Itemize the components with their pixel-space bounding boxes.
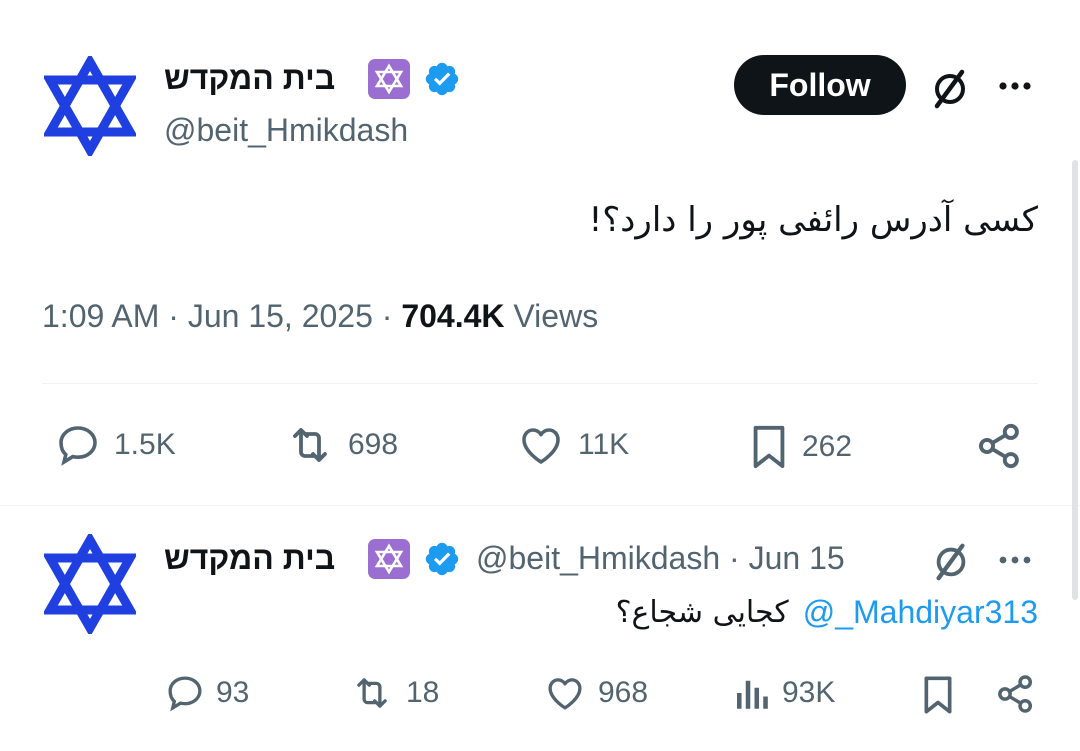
retweet-button[interactable]: 698 — [282, 421, 398, 469]
reply-reply-icon — [168, 676, 202, 712]
reply-views-button[interactable]: 93K — [730, 672, 835, 714]
display-name[interactable]: בית המקדש — [164, 60, 335, 97]
verified-badge-icon[interactable] — [423, 60, 461, 98]
like-button[interactable]: 11K — [514, 421, 629, 469]
retweet-icon — [293, 428, 327, 462]
reply-like-count: 968 — [598, 676, 649, 709]
reply-reply-count: 93 — [216, 676, 250, 709]
more-options-icon[interactable] — [996, 74, 1036, 98]
reply-star-of-david-badge-icon — [368, 539, 410, 579]
reply-date[interactable]: Jun 15 — [749, 540, 845, 576]
reply-retweet-button[interactable]: 18 — [348, 672, 439, 714]
meta-separator: · — [168, 298, 179, 334]
reply-separator: · — [729, 540, 740, 576]
reply-text-line: کجایی شجاع؟ @_Mahdiyar313 — [616, 594, 1038, 631]
grok-icon[interactable] — [928, 66, 972, 110]
user-handle[interactable]: @beit_Hmikdash — [164, 112, 408, 149]
reply-more-options-icon[interactable] — [996, 548, 1036, 572]
reply-grok-icon[interactable] — [930, 540, 972, 582]
follow-button[interactable]: Follow — [734, 55, 906, 115]
views-label: Views — [513, 298, 599, 334]
reply-handle[interactable]: @beit_Hmikdash — [476, 540, 720, 576]
reply-mention[interactable]: @_Mahdiyar313 — [803, 594, 1038, 631]
reply-reply-button[interactable]: 93 — [164, 672, 249, 714]
retweet-count: 698 — [348, 428, 399, 461]
tweet-date[interactable]: Jun 15, 2025 — [188, 298, 373, 334]
views-count: 704.4K — [401, 298, 505, 334]
reply-share-icon[interactable] — [994, 672, 1038, 716]
meta-separator: · — [381, 298, 393, 334]
reply-retweet-icon — [357, 678, 387, 708]
like-count: 11K — [578, 428, 630, 461]
bookmark-button[interactable]: 262 — [746, 421, 852, 473]
reply-count: 1.5K — [114, 428, 176, 461]
tweet-text: کسی آدرس رائفی پور را دارد؟! — [588, 200, 1038, 240]
reply-like-icon — [548, 678, 582, 710]
reply-like-button[interactable]: 968 — [542, 672, 648, 714]
bookmark-icon — [753, 425, 785, 469]
reply-avatar-star-of-david[interactable] — [44, 534, 136, 634]
avatar-star-of-david[interactable] — [44, 56, 136, 156]
star-of-david-badge-icon — [368, 59, 410, 99]
share-icon[interactable] — [974, 420, 1026, 472]
reply-icon — [59, 426, 97, 466]
reply-handle-line: @beit_Hmikdash · Jun 15 — [476, 540, 845, 577]
reply-text: کجایی شجاع؟ — [615, 595, 789, 630]
reply-verified-badge-icon[interactable] — [423, 540, 461, 578]
reply-display-name[interactable]: בית המקדש — [164, 540, 335, 577]
reply-views-count: 93K — [782, 676, 836, 709]
tweet-time[interactable]: 1:09 AM — [42, 298, 159, 334]
tweet-meta: 1:09 AM · Jun 15, 2025 · 704.4K Views — [42, 298, 598, 335]
reply-button[interactable]: 1.5K — [52, 421, 176, 469]
scrollbar[interactable] — [1072, 160, 1078, 600]
reply-bookmark-icon[interactable] — [918, 672, 958, 718]
tweet-separator — [0, 505, 1080, 506]
reply-retweet-count: 18 — [406, 676, 440, 709]
divider — [42, 383, 1038, 384]
bookmark-count: 262 — [802, 430, 853, 463]
views-icon — [737, 680, 768, 709]
like-icon — [522, 428, 560, 464]
